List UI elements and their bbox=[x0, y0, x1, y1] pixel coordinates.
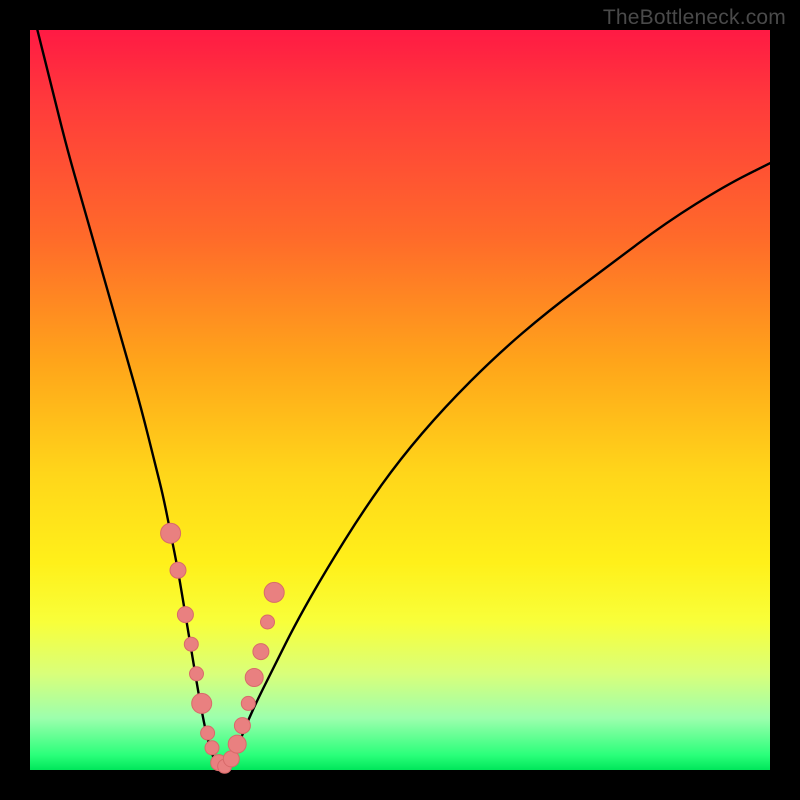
highlight-dot bbox=[161, 523, 181, 543]
highlight-dot bbox=[177, 607, 193, 623]
highlight-dots-group bbox=[161, 523, 285, 773]
highlight-dot bbox=[170, 562, 186, 578]
bottleneck-curve bbox=[37, 30, 770, 768]
watermark-text: TheBottleneck.com bbox=[603, 6, 786, 30]
highlight-dot bbox=[192, 693, 212, 713]
highlight-dot bbox=[190, 667, 204, 681]
highlight-dot bbox=[184, 637, 198, 651]
highlight-dot bbox=[201, 726, 215, 740]
highlight-dot bbox=[205, 741, 219, 755]
highlight-dot bbox=[228, 735, 246, 753]
chart-frame: TheBottleneck.com bbox=[0, 0, 800, 800]
highlight-dot bbox=[234, 718, 250, 734]
bottleneck-chart-svg bbox=[30, 30, 770, 770]
plot-area bbox=[30, 30, 770, 770]
highlight-dot bbox=[264, 582, 284, 602]
highlight-dot bbox=[245, 669, 263, 687]
highlight-dot bbox=[241, 696, 255, 710]
highlight-dot bbox=[261, 615, 275, 629]
highlight-dot bbox=[253, 644, 269, 660]
